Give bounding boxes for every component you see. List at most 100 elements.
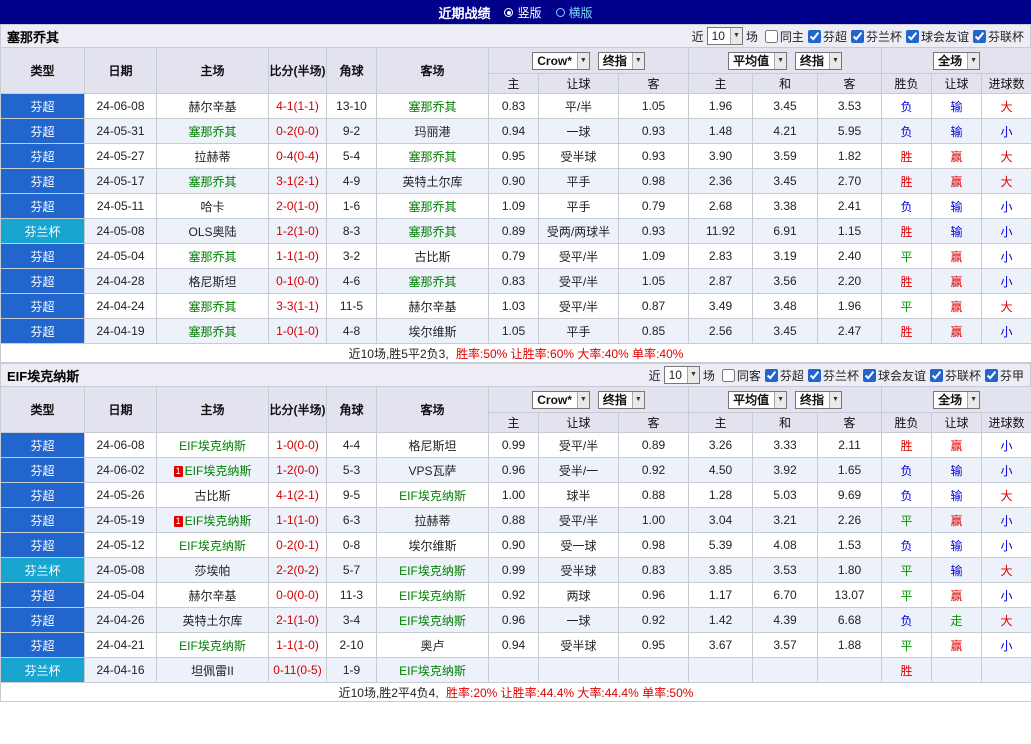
filter-option[interactable]: 芬超 bbox=[764, 367, 804, 384]
layout-radio-horizontal[interactable]: 横版 bbox=[555, 4, 593, 21]
filter-option[interactable]: 芬联杯 bbox=[972, 28, 1024, 45]
near-label: 近 bbox=[648, 368, 661, 383]
away-team-cell[interactable]: 赫尔辛基 bbox=[376, 293, 489, 319]
bookmaker-select[interactable]: Crow* ▼ bbox=[532, 51, 590, 70]
chevron-down-icon: ▼ bbox=[576, 52, 589, 69]
home-team-cell[interactable]: EIF埃克纳斯 bbox=[156, 432, 269, 458]
handicap-time-select[interactable]: 终指 ▼ bbox=[597, 390, 645, 409]
filter-checkbox[interactable] bbox=[764, 368, 778, 382]
handicap-time-select[interactable]: 终指 ▼ bbox=[597, 51, 645, 70]
handicap-away-odds: 0.88 bbox=[617, 482, 690, 508]
away-team-cell[interactable]: VPS瓦萨 bbox=[376, 457, 489, 483]
home-team-cell[interactable]: 1 EIF埃克纳斯 bbox=[156, 457, 269, 483]
filter-checkbox[interactable] bbox=[807, 368, 821, 382]
filter-option[interactable]: 芬甲 bbox=[984, 367, 1024, 384]
average-select[interactable]: 平均值 ▼ bbox=[728, 51, 788, 70]
home-team-cell[interactable]: EIF埃克纳斯 bbox=[156, 632, 269, 658]
away-team-cell[interactable]: EIF埃克纳斯 bbox=[376, 657, 489, 683]
home-team-cell[interactable]: 塞那乔其 bbox=[156, 293, 269, 319]
away-team-cell[interactable]: 格尼斯坦 bbox=[376, 432, 489, 458]
handicap-home-odds: 0.83 bbox=[488, 268, 539, 294]
handicap-away-odds: 0.85 bbox=[617, 318, 690, 344]
filter-checkbox[interactable] bbox=[972, 29, 986, 43]
filter-checkbox[interactable] bbox=[850, 29, 864, 43]
away-team-cell[interactable]: 古比斯 bbox=[376, 243, 489, 269]
away-team-cell[interactable]: 塞那乔其 bbox=[376, 218, 489, 244]
score-cell: 3-1(2-1) bbox=[268, 168, 327, 194]
league-cell: 芬超 bbox=[0, 532, 85, 558]
away-team-cell[interactable]: EIF埃克纳斯 bbox=[376, 482, 489, 508]
home-team-cell[interactable]: 赫尔辛基 bbox=[156, 582, 269, 608]
europe-time-select[interactable]: 终指 ▼ bbox=[795, 390, 842, 409]
fullmatch-select[interactable]: 全场 ▼ bbox=[933, 51, 981, 70]
home-team-cell[interactable]: 1 EIF埃克纳斯 bbox=[156, 507, 269, 533]
home-team-cell[interactable]: 哈卡 bbox=[156, 193, 269, 219]
match-row: 芬超 24-05-27 拉赫蒂 0-4(0-4) 5-4 塞那乔其 0.95 受半球 0.93 3… bbox=[0, 143, 1031, 169]
home-team-cell[interactable]: 塞那乔其 bbox=[156, 318, 269, 344]
avg-draw-odds: 3.45 bbox=[752, 93, 819, 119]
home-team-cell[interactable]: 塞那乔其 bbox=[156, 168, 269, 194]
away-team-cell[interactable]: EIF埃克纳斯 bbox=[376, 607, 489, 633]
filter-option[interactable]: 同主 bbox=[764, 28, 804, 45]
away-team-cell[interactable]: 埃尔维斯 bbox=[376, 318, 489, 344]
filter-label: 球会友谊 bbox=[877, 368, 926, 383]
home-team-cell[interactable]: 莎埃帕 bbox=[156, 557, 269, 583]
avg-home-odds: 3.26 bbox=[688, 432, 754, 458]
home-team-cell[interactable]: 坦佩雷II bbox=[156, 657, 269, 683]
away-team-cell[interactable]: 塞那乔其 bbox=[376, 143, 489, 169]
filter-option[interactable]: 同客 bbox=[721, 367, 761, 384]
filter-option[interactable]: 球会友谊 bbox=[905, 28, 969, 45]
home-team-cell[interactable]: 赫尔辛基 bbox=[156, 93, 269, 119]
handicap-line: 受平/半 bbox=[538, 432, 619, 458]
away-team-cell[interactable]: 英特土尔库 bbox=[376, 168, 489, 194]
filter-checkbox[interactable] bbox=[764, 29, 778, 43]
away-team-cell[interactable]: EIF埃克纳斯 bbox=[376, 582, 489, 608]
average-select[interactable]: 平均值 ▼ bbox=[728, 390, 788, 409]
score-cell: 2-2(0-2) bbox=[268, 557, 327, 583]
away-team-cell[interactable]: 奥卢 bbox=[376, 632, 489, 658]
home-team-cell[interactable]: 塞那乔其 bbox=[156, 118, 269, 144]
filter-option[interactable]: 芬兰杯 bbox=[807, 367, 859, 384]
away-team-cell[interactable]: EIF埃克纳斯 bbox=[376, 557, 489, 583]
filter-option[interactable]: 芬联杯 bbox=[929, 367, 981, 384]
fullmatch-select[interactable]: 全场 ▼ bbox=[933, 390, 981, 409]
away-team-cell[interactable]: 塞那乔其 bbox=[376, 93, 489, 119]
match-row: 芬超 24-05-17 塞那乔其 3-1(2-1) 4-9 英特土尔库 0.90 平手 0.98… bbox=[0, 168, 1031, 194]
away-team-cell[interactable]: 塞那乔其 bbox=[376, 193, 489, 219]
filter-checkbox[interactable] bbox=[905, 29, 919, 43]
away-team-cell[interactable]: 玛丽港 bbox=[376, 118, 489, 144]
home-team-cell[interactable]: 塞那乔其 bbox=[156, 243, 269, 269]
avg-draw-odds: 6.70 bbox=[752, 582, 819, 608]
home-team-cell[interactable]: OLS奥陆 bbox=[156, 218, 269, 244]
matches-table: 类型 日期 主场 比分(半场) 角球 客场 Crow* ▼ 终指 ▼ 平均值 ▼… bbox=[0, 47, 1031, 363]
filter-checkbox[interactable] bbox=[721, 368, 735, 382]
layout-radio-vertical[interactable]: 竖版 bbox=[504, 4, 542, 21]
away-team-cell[interactable]: 埃尔维斯 bbox=[376, 532, 489, 558]
match-count-select[interactable]: 10 ▼ bbox=[663, 366, 700, 384]
filter-option[interactable]: 芬超 bbox=[807, 28, 847, 45]
filter-checkbox[interactable] bbox=[862, 368, 876, 382]
europe-time-select[interactable]: 终指 ▼ bbox=[795, 51, 842, 70]
avg-home-odds: 5.39 bbox=[688, 532, 754, 558]
date-cell: 24-04-21 bbox=[84, 632, 157, 658]
away-team-cell[interactable]: 拉赫蒂 bbox=[376, 507, 489, 533]
avg-home-odds: 4.50 bbox=[688, 457, 754, 483]
home-team-cell[interactable]: 格尼斯坦 bbox=[156, 268, 269, 294]
match-count-select[interactable]: 10 ▼ bbox=[706, 27, 743, 45]
handicap-line bbox=[538, 657, 619, 683]
handicap-home-odds bbox=[488, 657, 539, 683]
home-team-cell[interactable]: 古比斯 bbox=[156, 482, 269, 508]
home-team-cell[interactable]: 英特土尔库 bbox=[156, 607, 269, 633]
home-team-cell[interactable]: 拉赫蒂 bbox=[156, 143, 269, 169]
handicap-line: 平/半 bbox=[538, 93, 619, 119]
filter-checkbox[interactable] bbox=[929, 368, 943, 382]
home-team-cell[interactable]: EIF埃克纳斯 bbox=[156, 532, 269, 558]
filter-option[interactable]: 芬兰杯 bbox=[850, 28, 902, 45]
filter-option[interactable]: 球会友谊 bbox=[862, 367, 926, 384]
filter-checkbox[interactable] bbox=[984, 368, 998, 382]
filter-checkbox[interactable] bbox=[807, 29, 821, 43]
col-euro-draw: 和 bbox=[752, 412, 819, 433]
bookmaker-select[interactable]: Crow* ▼ bbox=[532, 390, 590, 409]
away-team-cell[interactable]: 塞那乔其 bbox=[376, 268, 489, 294]
avg-home-odds: 3.85 bbox=[688, 557, 754, 583]
